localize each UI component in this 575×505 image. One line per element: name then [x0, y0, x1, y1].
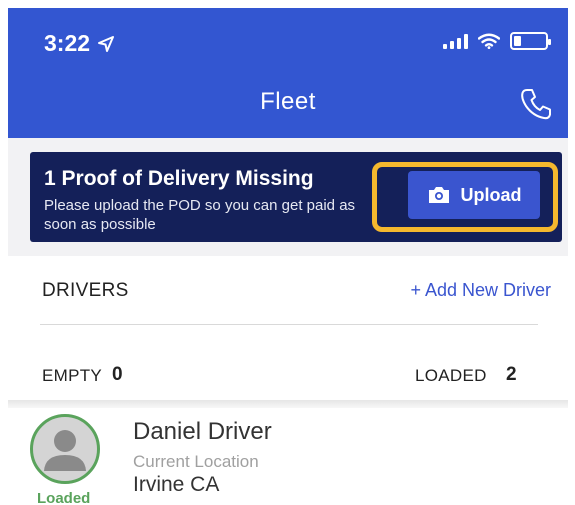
add-new-driver-link[interactable]: + Add New Driver: [410, 280, 551, 301]
page-title: Fleet: [260, 88, 316, 115]
status-time-text: 3:22: [44, 30, 91, 56]
drivers-section-label: DRIVERS: [42, 280, 129, 301]
divider: [40, 324, 538, 325]
app-screen: 3:22 Fleet 1 Proof of Delivery Missing P…: [8, 8, 568, 505]
location-arrow-icon: [98, 35, 115, 52]
location-value: Irvine CA: [133, 473, 220, 496]
loaded-count-value: 2: [506, 364, 517, 385]
camera-icon: [428, 187, 449, 203]
upload-label: Upload: [460, 184, 522, 205]
app-header: 3:22 Fleet: [8, 8, 568, 138]
upload-button[interactable]: Upload: [408, 171, 540, 219]
driver-name: Daniel Driver: [133, 418, 272, 445]
empty-count-label: EMPTY: [42, 366, 103, 385]
driver-status-label: Loaded: [37, 490, 91, 505]
phone-icon[interactable]: [518, 86, 554, 122]
location-label: Current Location: [133, 452, 259, 471]
driver-counts: EMPTY 0 LOADED 2: [8, 326, 568, 400]
drivers-header: DRIVERS + Add New Driver: [8, 256, 568, 326]
banner-title: 1 Proof of Delivery Missing: [44, 167, 314, 190]
status-indicators: [443, 32, 551, 50]
empty-count-value: 0: [112, 364, 123, 385]
banner-message: Please upload the POD so you can get pai…: [44, 197, 356, 233]
cellular-signal-icon: [443, 33, 468, 49]
wifi-icon: [478, 33, 500, 49]
status-time: 3:22: [44, 30, 116, 57]
battery-icon: [510, 32, 551, 50]
driver-card[interactable]: Loaded Daniel Driver Current Location Ir…: [8, 408, 568, 505]
loaded-count-label: LOADED: [415, 366, 487, 385]
avatar: [30, 414, 100, 484]
section-separator: [8, 400, 568, 408]
user-placeholder-icon: [44, 430, 86, 471]
